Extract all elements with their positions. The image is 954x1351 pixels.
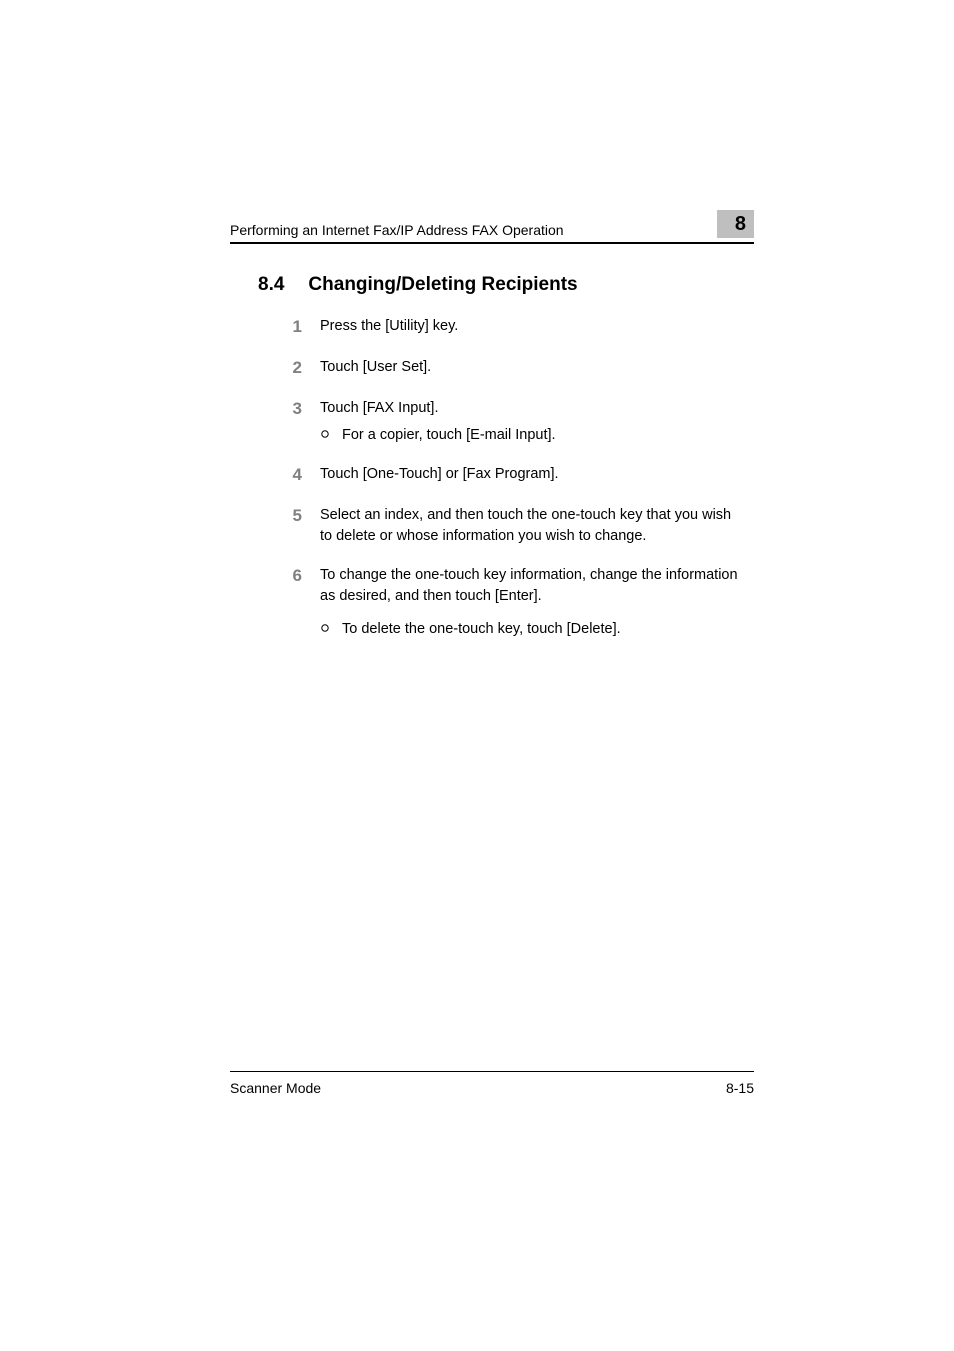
- step-body: Select an index, and then touch the one-…: [320, 505, 740, 547]
- step-text: Touch [One-Touch] or [Fax Program].: [320, 464, 559, 485]
- step-number: 6: [286, 565, 302, 588]
- step-text: Press the [Utility] key.: [320, 316, 458, 337]
- step-body: Touch [One-Touch] or [Fax Program].: [320, 464, 559, 485]
- sub-text: For a copier, touch [E-mail Input].: [342, 425, 556, 446]
- step-body: Touch [FAX Input]. For a copier, touch […: [320, 398, 556, 446]
- sub-text: To delete the one-touch key, touch [Dele…: [342, 619, 621, 640]
- footer-doc-title: Scanner Mode: [230, 1080, 321, 1096]
- step-number: 3: [286, 398, 302, 421]
- sub-item: For a copier, touch [E-mail Input].: [320, 425, 556, 446]
- list-item: 2 Touch [User Set].: [286, 357, 754, 380]
- step-text: Select an index, and then touch the one-…: [320, 505, 740, 547]
- list-item: 5 Select an index, and then touch the on…: [286, 505, 754, 547]
- step-number: 1: [286, 316, 302, 339]
- section-number: 8.4: [258, 274, 284, 296]
- list-item: 6 To change the one-touch key informatio…: [286, 565, 754, 640]
- page-footer: Scanner Mode 8-15: [230, 1071, 754, 1096]
- step-text: Touch [FAX Input].: [320, 398, 556, 419]
- step-number: 5: [286, 505, 302, 528]
- page: Performing an Internet Fax/IP Address FA…: [0, 0, 954, 1351]
- footer-page-number: 8-15: [726, 1080, 754, 1096]
- bullet-icon: [320, 619, 330, 640]
- step-text: To change the one-touch key information,…: [320, 565, 740, 607]
- bullet-icon: [320, 425, 330, 446]
- step-number: 2: [286, 357, 302, 380]
- section-title: Changing/Deleting Recipients: [308, 274, 577, 296]
- step-body: To change the one-touch key information,…: [320, 565, 740, 640]
- step-number: 4: [286, 464, 302, 487]
- section-heading: 8.4 Changing/Deleting Recipients: [258, 274, 754, 296]
- step-body: Press the [Utility] key.: [320, 316, 458, 337]
- list-item: 3 Touch [FAX Input]. For a copier, touch…: [286, 398, 754, 446]
- step-body: Touch [User Set].: [320, 357, 431, 378]
- chapter-badge: 8: [717, 210, 754, 238]
- sub-item: To delete the one-touch key, touch [Dele…: [320, 619, 740, 640]
- step-text: Touch [User Set].: [320, 357, 431, 378]
- list-item: 4 Touch [One-Touch] or [Fax Program].: [286, 464, 754, 487]
- running-head: Performing an Internet Fax/IP Address FA…: [230, 222, 564, 238]
- page-header: Performing an Internet Fax/IP Address FA…: [230, 210, 754, 244]
- steps-list: 1 Press the [Utility] key. 2 Touch [User…: [286, 316, 754, 640]
- list-item: 1 Press the [Utility] key.: [286, 316, 754, 339]
